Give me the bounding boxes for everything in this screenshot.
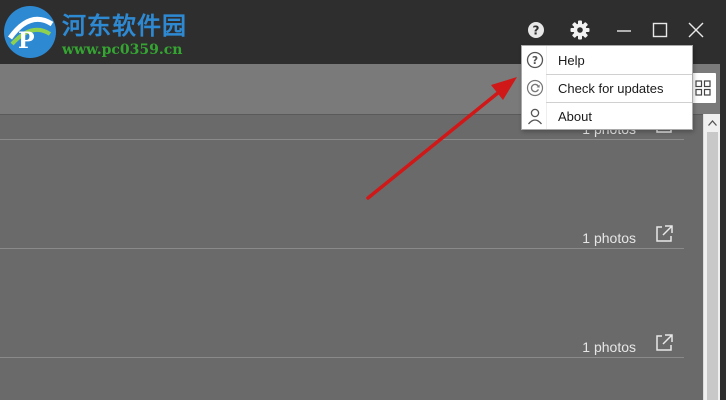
open-external-icon[interactable] [654, 224, 674, 244]
svg-text:?: ? [532, 55, 538, 67]
view-toggle-button[interactable] [690, 73, 716, 103]
help-circle-icon: ? [526, 51, 544, 69]
vertical-scrollbar[interactable] [703, 114, 721, 400]
help-dropdown-menu: ? Help Check for updates About [521, 45, 693, 130]
user-icon [527, 108, 543, 125]
album-row[interactable]: 1 photos [0, 248, 684, 358]
open-external-icon[interactable] [654, 333, 674, 353]
photo-count: 1 photos [582, 339, 636, 355]
grid-view-icon [695, 80, 711, 96]
scroll-thumb[interactable] [707, 132, 718, 400]
window-edge [720, 64, 726, 400]
refresh-icon [526, 79, 544, 97]
photo-count: 1 photos [582, 230, 636, 246]
menu-item-about[interactable]: About [522, 103, 692, 130]
menu-item-check-updates[interactable]: Check for updates [522, 75, 692, 102]
album-row[interactable]: 1 photos [0, 139, 684, 249]
menu-item-label: Help [558, 53, 585, 68]
close-button[interactable] [682, 16, 710, 44]
menu-item-help[interactable]: ? Help [522, 47, 692, 74]
close-icon [688, 22, 704, 38]
menu-item-label: Check for updates [558, 81, 664, 96]
menu-item-label: About [558, 109, 592, 124]
album-list: 1 photos 1 photos 1 photos [0, 115, 703, 400]
scroll-up-button[interactable] [704, 114, 721, 131]
chevron-up-icon [708, 119, 717, 126]
